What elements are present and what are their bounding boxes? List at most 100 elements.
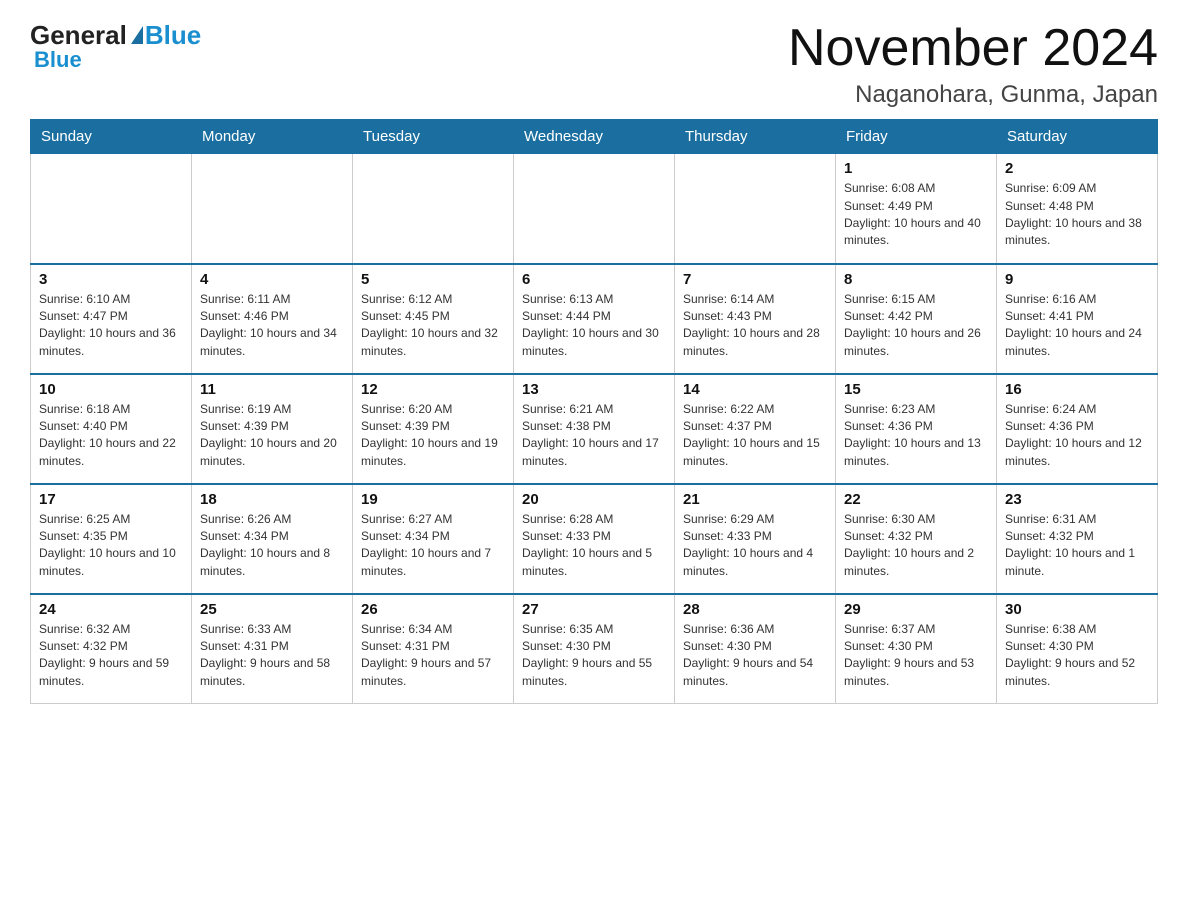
day-info: Sunrise: 6:29 AM Sunset: 4:33 PM Dayligh… (683, 511, 827, 581)
calendar-cell: 10 Sunrise: 6:18 AM Sunset: 4:40 PM Dayli… (31, 374, 192, 484)
calendar-table: SundayMondayTuesdayWednesdayThursdayFrid… (30, 119, 1158, 704)
day-header-wednesday: Wednesday (514, 120, 675, 154)
day-number: 25 (200, 601, 344, 618)
day-info: Sunrise: 6:24 AM Sunset: 4:36 PM Dayligh… (1005, 401, 1149, 471)
calendar-cell: 29 Sunrise: 6:37 AM Sunset: 4:30 PM Dayli… (836, 594, 997, 704)
day-info: Sunrise: 6:13 AM Sunset: 4:44 PM Dayligh… (522, 291, 666, 361)
day-info: Sunrise: 6:11 AM Sunset: 4:46 PM Dayligh… (200, 291, 344, 361)
day-info: Sunrise: 6:36 AM Sunset: 4:30 PM Dayligh… (683, 621, 827, 691)
logo-blue-line2: Blue (34, 47, 82, 73)
day-number: 22 (844, 491, 988, 508)
day-info: Sunrise: 6:27 AM Sunset: 4:34 PM Dayligh… (361, 511, 505, 581)
day-header-sunday: Sunday (31, 120, 192, 154)
calendar-cell: 9 Sunrise: 6:16 AM Sunset: 4:41 PM Daylig… (997, 264, 1158, 374)
calendar-cell: 6 Sunrise: 6:13 AM Sunset: 4:44 PM Daylig… (514, 264, 675, 374)
day-number: 18 (200, 491, 344, 508)
day-number: 6 (522, 271, 666, 288)
calendar-cell: 8Sunrise: 6:15 AM Sunset: 4:42 PM Daylig… (836, 264, 997, 374)
day-number: 20 (522, 491, 666, 508)
calendar-cell: 11 Sunrise: 6:19 AM Sunset: 4:39 PM Dayli… (192, 374, 353, 484)
day-header-monday: Monday (192, 120, 353, 154)
day-number: 11 (200, 381, 344, 398)
calendar-cell: 23 Sunrise: 6:31 AM Sunset: 4:32 PM Dayli… (997, 484, 1158, 594)
day-info: Sunrise: 6:10 AM Sunset: 4:47 PM Dayligh… (39, 291, 183, 361)
day-header-thursday: Thursday (675, 120, 836, 154)
day-number: 13 (522, 381, 666, 398)
day-info: Sunrise: 6:18 AM Sunset: 4:40 PM Dayligh… (39, 401, 183, 471)
day-number: 26 (361, 601, 505, 618)
day-info: Sunrise: 6:34 AM Sunset: 4:31 PM Dayligh… (361, 621, 505, 691)
calendar-cell: 30 Sunrise: 6:38 AM Sunset: 4:30 PM Dayli… (997, 594, 1158, 704)
location-title: Naganohara, Gunma, Japan (788, 81, 1158, 109)
day-info: Sunrise: 6:30 AM Sunset: 4:32 PM Dayligh… (844, 511, 988, 581)
calendar-cell: 21 Sunrise: 6:29 AM Sunset: 4:33 PM Dayli… (675, 484, 836, 594)
calendar-cell: 18Sunrise: 6:26 AM Sunset: 4:34 PM Dayli… (192, 484, 353, 594)
day-number: 5 (361, 271, 505, 288)
day-number: 30 (1005, 601, 1149, 618)
day-number: 23 (1005, 491, 1149, 508)
day-number: 12 (361, 381, 505, 398)
title-block: November 2024 Naganohara, Gunma, Japan (788, 20, 1158, 109)
calendar-week-row: 1 Sunrise: 6:08 AM Sunset: 4:49 PM Daylig… (31, 154, 1158, 264)
calendar-cell: 13 Sunrise: 6:21 AM Sunset: 4:38 PM Dayli… (514, 374, 675, 484)
day-number: 28 (683, 601, 827, 618)
calendar-cell: 24 Sunrise: 6:32 AM Sunset: 4:32 PM Dayli… (31, 594, 192, 704)
day-info: Sunrise: 6:21 AM Sunset: 4:38 PM Dayligh… (522, 401, 666, 471)
day-number: 17 (39, 491, 183, 508)
day-info: Sunrise: 6:19 AM Sunset: 4:39 PM Dayligh… (200, 401, 344, 471)
day-info: Sunrise: 6:08 AM Sunset: 4:49 PM Dayligh… (844, 180, 988, 250)
day-number: 9 (1005, 271, 1149, 288)
calendar-cell (192, 154, 353, 264)
page-header: General Blue Blue November 2024 Naganoha… (30, 20, 1158, 109)
day-info: Sunrise: 6:14 AM Sunset: 4:43 PM Dayligh… (683, 291, 827, 361)
calendar-cell: 4 Sunrise: 6:11 AM Sunset: 4:46 PM Daylig… (192, 264, 353, 374)
calendar-week-row: 24 Sunrise: 6:32 AM Sunset: 4:32 PM Dayli… (31, 594, 1158, 704)
day-info: Sunrise: 6:12 AM Sunset: 4:45 PM Dayligh… (361, 291, 505, 361)
day-number: 24 (39, 601, 183, 618)
day-info: Sunrise: 6:20 AM Sunset: 4:39 PM Dayligh… (361, 401, 505, 471)
calendar-cell: 2Sunrise: 6:09 AM Sunset: 4:48 PM Daylig… (997, 154, 1158, 264)
logo-blue-text: Blue (145, 20, 201, 51)
day-number: 4 (200, 271, 344, 288)
calendar-week-row: 17 Sunrise: 6:25 AM Sunset: 4:35 PM Dayli… (31, 484, 1158, 594)
calendar-cell: 7 Sunrise: 6:14 AM Sunset: 4:43 PM Daylig… (675, 264, 836, 374)
day-info: Sunrise: 6:37 AM Sunset: 4:30 PM Dayligh… (844, 621, 988, 691)
calendar-cell: 27Sunrise: 6:35 AM Sunset: 4:30 PM Dayli… (514, 594, 675, 704)
calendar-cell (514, 154, 675, 264)
calendar-cell: 3 Sunrise: 6:10 AM Sunset: 4:47 PM Daylig… (31, 264, 192, 374)
calendar-cell: 12 Sunrise: 6:20 AM Sunset: 4:39 PM Dayli… (353, 374, 514, 484)
day-number: 19 (361, 491, 505, 508)
day-number: 21 (683, 491, 827, 508)
calendar-cell: 28 Sunrise: 6:36 AM Sunset: 4:30 PM Dayli… (675, 594, 836, 704)
calendar-cell: 20 Sunrise: 6:28 AM Sunset: 4:33 PM Dayli… (514, 484, 675, 594)
day-info: Sunrise: 6:16 AM Sunset: 4:41 PM Dayligh… (1005, 291, 1149, 361)
calendar-cell: 14Sunrise: 6:22 AM Sunset: 4:37 PM Dayli… (675, 374, 836, 484)
day-number: 15 (844, 381, 988, 398)
day-number: 1 (844, 160, 988, 177)
day-header-saturday: Saturday (997, 120, 1158, 154)
day-info: Sunrise: 6:31 AM Sunset: 4:32 PM Dayligh… (1005, 511, 1149, 581)
calendar-cell: 22 Sunrise: 6:30 AM Sunset: 4:32 PM Dayli… (836, 484, 997, 594)
logo-triangle-icon (131, 26, 143, 44)
calendar-cell: 25 Sunrise: 6:33 AM Sunset: 4:31 PM Dayli… (192, 594, 353, 704)
day-info: Sunrise: 6:28 AM Sunset: 4:33 PM Dayligh… (522, 511, 666, 581)
day-header-friday: Friday (836, 120, 997, 154)
day-info: Sunrise: 6:22 AM Sunset: 4:37 PM Dayligh… (683, 401, 827, 471)
day-number: 3 (39, 271, 183, 288)
calendar-cell (675, 154, 836, 264)
calendar-week-row: 3 Sunrise: 6:10 AM Sunset: 4:47 PM Daylig… (31, 264, 1158, 374)
calendar-cell: 26 Sunrise: 6:34 AM Sunset: 4:31 PM Dayli… (353, 594, 514, 704)
calendar-cell: 16Sunrise: 6:24 AM Sunset: 4:36 PM Dayli… (997, 374, 1158, 484)
day-number: 7 (683, 271, 827, 288)
day-info: Sunrise: 6:32 AM Sunset: 4:32 PM Dayligh… (39, 621, 183, 691)
calendar-cell: 17 Sunrise: 6:25 AM Sunset: 4:35 PM Dayli… (31, 484, 192, 594)
calendar-cell (353, 154, 514, 264)
calendar-cell: 15Sunrise: 6:23 AM Sunset: 4:36 PM Dayli… (836, 374, 997, 484)
day-number: 29 (844, 601, 988, 618)
day-info: Sunrise: 6:25 AM Sunset: 4:35 PM Dayligh… (39, 511, 183, 581)
logo: General Blue Blue (30, 20, 201, 73)
calendar-header-row: SundayMondayTuesdayWednesdayThursdayFrid… (31, 120, 1158, 154)
day-info: Sunrise: 6:33 AM Sunset: 4:31 PM Dayligh… (200, 621, 344, 691)
day-info: Sunrise: 6:38 AM Sunset: 4:30 PM Dayligh… (1005, 621, 1149, 691)
day-number: 10 (39, 381, 183, 398)
